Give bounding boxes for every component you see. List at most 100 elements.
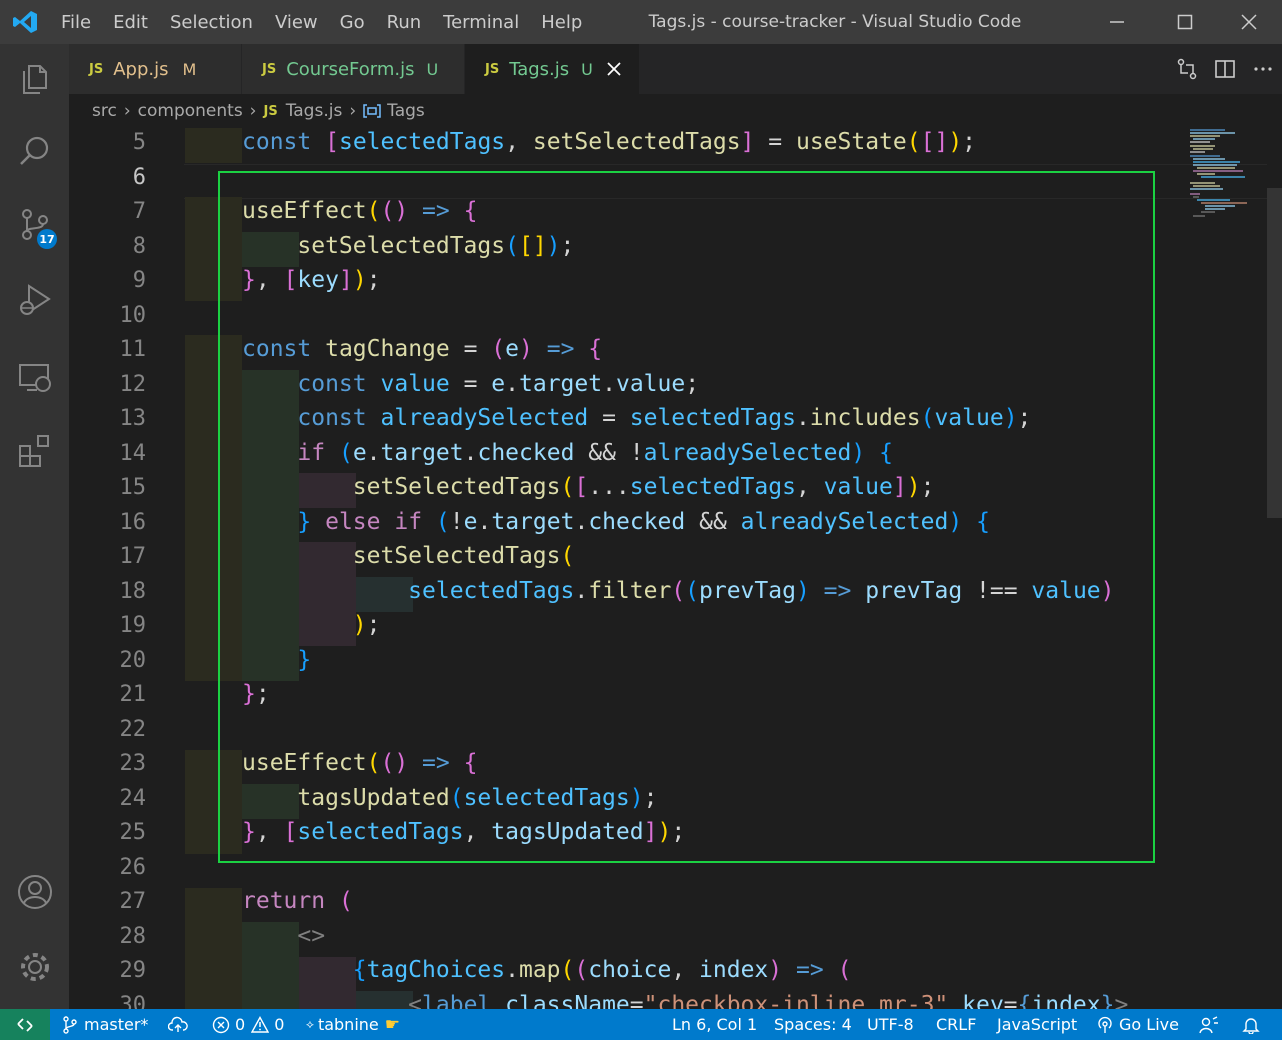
code-line: 30 <label className="checkbox-inline mr-… <box>69 988 1267 1009</box>
accounts-icon[interactable] <box>0 857 69 927</box>
line-number: 5 <box>132 130 146 155</box>
menu-view[interactable]: View <box>264 12 329 33</box>
sync-button[interactable] <box>168 1009 188 1040</box>
explorer-icon[interactable] <box>0 44 69 114</box>
code-line: 28 <> <box>69 919 1267 954</box>
breadcrumb-symbol[interactable]: Tags <box>387 101 425 121</box>
tab-label: App.js <box>113 58 169 80</box>
scrollbar-thumb[interactable] <box>1267 188 1282 518</box>
line-number: 7 <box>132 199 146 224</box>
manage-gear-icon[interactable] <box>0 932 69 1002</box>
code-line: 29 {tagChoices.map((choice, index) => ( <box>69 953 1267 988</box>
extensions-icon[interactable] <box>0 416 69 486</box>
branch-icon <box>63 1015 77 1034</box>
branch-name: master* <box>84 1015 149 1034</box>
line-number: 10 <box>119 303 147 328</box>
breadcrumb-components[interactable]: components <box>138 101 243 121</box>
line-number: 21 <box>119 682 147 707</box>
remote-explorer-icon[interactable] <box>0 342 69 412</box>
tabnine-label: tabnine <box>317 1015 379 1034</box>
line-number: 13 <box>119 406 147 431</box>
tabnine-icon: ⟡ <box>306 1017 314 1031</box>
tab-label: CourseForm.js <box>286 58 415 80</box>
open-changes-icon[interactable] <box>1168 58 1206 80</box>
close-tab-icon[interactable] <box>607 62 621 76</box>
chevron-right-icon: › <box>123 101 131 121</box>
tab-courseform-js[interactable]: JS CourseForm.js U <box>242 44 464 94</box>
menu-selection[interactable]: Selection <box>159 12 264 33</box>
menu-bar: File Edit Selection View Go Run Terminal… <box>50 0 593 44</box>
line-number: 11 <box>119 337 147 362</box>
maximize-button[interactable] <box>1152 0 1218 44</box>
encoding[interactable]: UTF-8 <box>867 1009 914 1040</box>
go-live-button[interactable]: Go Live <box>1096 1009 1179 1040</box>
code-line: 5 const [selectedTags, setSelectedTags] … <box>69 128 1267 160</box>
chevron-right-icon: › <box>249 101 257 121</box>
split-editor-icon[interactable] <box>1206 58 1244 80</box>
line-number: 8 <box>132 234 146 259</box>
breadcrumb-src[interactable]: src <box>92 101 117 121</box>
feedback-button[interactable] <box>1199 1009 1219 1040</box>
js-file-icon: JS <box>485 61 500 77</box>
title-bar: File Edit Selection View Go Run Terminal… <box>0 0 1282 44</box>
bell-icon <box>1242 1017 1260 1034</box>
notifications-button[interactable] <box>1242 1009 1260 1040</box>
window-title: Tags.js - course-tracker - Visual Studio… <box>648 12 1022 32</box>
line-number: 14 <box>119 441 147 466</box>
cursor-position[interactable]: Ln 6, Col 1 <box>672 1009 757 1040</box>
indentation[interactable]: Spaces: 4 <box>774 1009 852 1040</box>
js-file-icon: JS <box>263 103 278 119</box>
line-number: 29 <box>119 958 147 983</box>
js-file-icon: JS <box>262 61 277 77</box>
menu-go[interactable]: Go <box>329 12 376 33</box>
highlight-box <box>218 171 1155 863</box>
line-number: 28 <box>119 924 147 949</box>
broadcast-icon <box>1098 1016 1112 1033</box>
maximize-icon <box>1177 14 1193 30</box>
status-bar: master* 0 0 ⟡ tabnine ☛ Ln 6, Col 1 Spac… <box>0 1009 1282 1040</box>
line-number: 9 <box>132 268 146 293</box>
menu-run[interactable]: Run <box>376 12 433 33</box>
run-debug-icon[interactable] <box>0 264 69 334</box>
line-number: 23 <box>119 751 147 776</box>
end-of-line[interactable]: CRLF <box>936 1009 976 1040</box>
breadcrumb: src › components › JS Tags.js › Tags <box>69 94 1282 128</box>
line-number: 25 <box>119 820 147 845</box>
remote-indicator[interactable] <box>0 1009 50 1040</box>
line-number: 27 <box>119 889 147 914</box>
source-control-icon[interactable]: 17 <box>0 189 69 259</box>
close-window-button[interactable] <box>1216 0 1282 44</box>
line-number: 17 <box>119 544 147 569</box>
symbol-variable-icon <box>363 104 381 118</box>
line-number: 20 <box>119 648 147 673</box>
menu-file[interactable]: File <box>50 12 102 33</box>
js-file-icon: JS <box>89 61 104 77</box>
minimize-button[interactable] <box>1084 0 1150 44</box>
breadcrumb-file[interactable]: Tags.js <box>286 101 343 121</box>
menu-edit[interactable]: Edit <box>102 12 159 33</box>
tabnine-status[interactable]: ⟡ tabnine ☛ <box>306 1009 400 1040</box>
menu-terminal[interactable]: Terminal <box>432 12 530 33</box>
menu-help[interactable]: Help <box>530 12 593 33</box>
minimap[interactable] <box>1185 128 1267 1009</box>
language-mode[interactable]: JavaScript <box>997 1009 1077 1040</box>
line-number: 18 <box>119 579 147 604</box>
line-number: 12 <box>119 372 147 397</box>
search-icon[interactable] <box>0 116 69 186</box>
line-number: 16 <box>119 510 147 535</box>
editor-actions <box>1168 44 1282 94</box>
line-number: 30 <box>119 993 147 1009</box>
tab-tags-js[interactable]: JS Tags.js U <box>465 44 639 94</box>
cloud-sync-icon <box>168 1016 188 1032</box>
git-branch[interactable]: master* <box>62 1009 148 1040</box>
editor-tabs: JS App.js M JS CourseForm.js U JS Tags.j… <box>69 44 1282 94</box>
error-count: 0 <box>235 1015 246 1034</box>
code-line: 27 return ( <box>69 884 1267 919</box>
problems-indicator[interactable]: 0 0 <box>212 1009 284 1040</box>
tab-app-js[interactable]: JS App.js M <box>69 44 241 94</box>
remote-icon <box>17 1017 33 1032</box>
warning-count: 0 <box>274 1015 285 1034</box>
tab-label: Tags.js <box>509 58 570 80</box>
go-live-label: Go Live <box>1119 1015 1179 1034</box>
more-actions-icon[interactable] <box>1244 58 1282 80</box>
